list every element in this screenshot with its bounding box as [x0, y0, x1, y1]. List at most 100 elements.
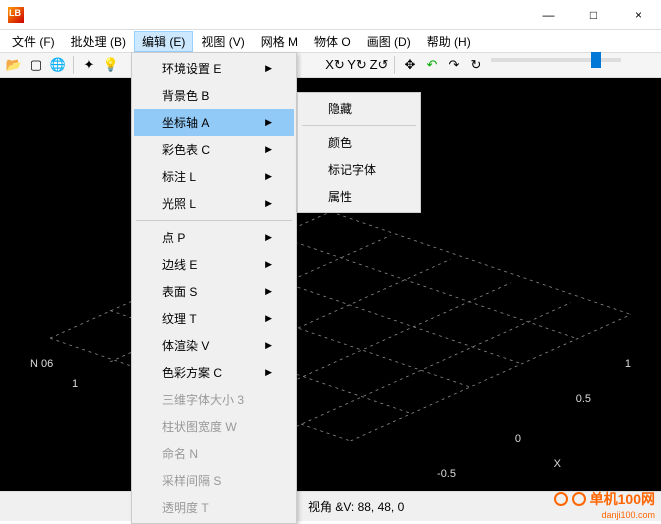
- label: 三维字体大小 3: [162, 391, 244, 408]
- menu-barwidth[interactable]: 柱状图宽度 W: [134, 413, 294, 440]
- label: 点 P: [162, 229, 185, 246]
- window-buttons: — □ ×: [526, 0, 661, 29]
- edit-dropdown: 环境设置 E▶ 背景色 B 坐标轴 A▶ 彩色表 C▶ 标注 L▶ 光照 L▶ …: [131, 52, 297, 524]
- slider-thumb[interactable]: [591, 52, 601, 68]
- menu-light[interactable]: 光照 L ▶: [134, 190, 294, 217]
- label: 光照 L: [162, 195, 196, 212]
- minimize-button[interactable]: —: [526, 0, 571, 29]
- menu-sampling[interactable]: 采样间隔 S: [134, 467, 294, 494]
- menu-view[interactable]: 视图 (V): [193, 31, 252, 52]
- menu-colormap[interactable]: 彩色表 C ▶: [134, 136, 294, 163]
- label: 环境设置 E: [162, 60, 221, 77]
- bulb-icon[interactable]: 💡: [101, 55, 121, 75]
- label: 体渲染 V: [162, 337, 209, 354]
- maximize-button[interactable]: □: [571, 0, 616, 29]
- label: 标注 L: [162, 168, 196, 185]
- label: 隐藏: [328, 100, 352, 117]
- label: 背景色 B: [162, 87, 209, 104]
- redo-icon[interactable]: ↷: [444, 55, 464, 75]
- rotate-x-icon[interactable]: X↻: [325, 55, 345, 75]
- rotate-z-icon[interactable]: Z↺: [369, 55, 389, 75]
- menu-3dfontsize[interactable]: 三维字体大小 3: [134, 386, 294, 413]
- label: 采样间隔 S: [162, 472, 221, 489]
- label: 属性: [328, 188, 352, 205]
- label: 色彩方案 C: [162, 364, 222, 381]
- slider-track[interactable]: [491, 58, 621, 62]
- chevron-right-icon: ▶: [265, 63, 272, 74]
- axis-submenu: 隐藏 颜色 标记字体 属性: [297, 92, 421, 213]
- chevron-right-icon: ▶: [265, 144, 272, 155]
- watermark-url: danji100.com: [601, 510, 655, 520]
- spark-icon[interactable]: ✦: [79, 55, 99, 75]
- watermark-icon: [572, 492, 586, 506]
- chevron-right-icon: ▶: [265, 340, 272, 351]
- menu-rename[interactable]: 命名 N: [134, 440, 294, 467]
- menu-env-settings[interactable]: 环境设置 E ▶: [134, 55, 294, 82]
- label: 柱状图宽度 W: [162, 418, 237, 435]
- status-bar: 视角 &V: 88, 48, 0 单机100网 danji100.com: [0, 491, 661, 521]
- x-tick-0: 0: [515, 433, 521, 445]
- menu-point[interactable]: 点 P ▶: [134, 224, 294, 251]
- view-angle-status: 视角 &V: 88, 48, 0: [308, 498, 404, 515]
- label: 透明度 T: [162, 499, 209, 516]
- submenu-labelfont[interactable]: 标记字体: [300, 156, 418, 183]
- label: 彩色表 C: [162, 141, 210, 158]
- menu-edge[interactable]: 边线 E▶: [134, 251, 294, 278]
- app-icon: LB: [8, 7, 24, 23]
- label: 标记字体: [328, 161, 376, 178]
- label: 边线 E: [162, 256, 197, 273]
- menu-surface[interactable]: 表面 S ▶: [134, 278, 294, 305]
- chevron-right-icon: ▶: [265, 286, 272, 297]
- label: 命名 N: [162, 445, 198, 462]
- menu-help[interactable]: 帮助 (H): [419, 31, 479, 52]
- menu-transparency[interactable]: 透明度 T: [134, 494, 294, 521]
- rotate-y-icon[interactable]: Y↻: [347, 55, 367, 75]
- menu-bgcolor[interactable]: 背景色 B: [134, 82, 294, 109]
- x-tick-1: 1: [625, 358, 631, 370]
- menu-axis[interactable]: 坐标轴 A▶: [134, 109, 294, 136]
- menu-batch[interactable]: 批处理 (B): [63, 31, 134, 52]
- x-tick--0.5: -0.5: [437, 468, 456, 480]
- submenu-hide[interactable]: 隐藏: [300, 95, 418, 122]
- menu-edit[interactable]: 编辑 (E): [134, 31, 193, 52]
- chevron-right-icon: ▶: [265, 171, 272, 182]
- separator: [136, 220, 292, 221]
- menu-annotation[interactable]: 标注 L ▶: [134, 163, 294, 190]
- watermark-icon: [554, 492, 568, 506]
- label: 颜色: [328, 134, 352, 151]
- new-icon[interactable]: ▢: [26, 55, 46, 75]
- chevron-right-icon: ▶: [265, 232, 272, 243]
- close-button[interactable]: ×: [616, 0, 661, 29]
- separator: [302, 125, 416, 126]
- chevron-right-icon: ▶: [265, 198, 272, 209]
- separator: [73, 56, 74, 74]
- toolbar: 📂 ▢ 🌐 ✦ 💡 X↻ Y↻ Z↺ ✥ ↶ ↷ ↻: [0, 52, 661, 78]
- z-axis-label: N 06: [30, 358, 53, 370]
- watermark: 单机100网: [554, 489, 655, 509]
- refresh-icon[interactable]: ↻: [466, 55, 486, 75]
- title-bar: LB — □ ×: [0, 0, 661, 30]
- menu-mesh[interactable]: 网格 M: [253, 31, 306, 52]
- globe-icon[interactable]: 🌐: [48, 55, 68, 75]
- separator: [394, 56, 395, 74]
- submenu-color[interactable]: 颜色: [300, 129, 418, 156]
- label: 纹理 T: [162, 310, 197, 327]
- menu-colorscheme[interactable]: 色彩方案 C ▶: [134, 359, 294, 386]
- menu-texture[interactable]: 纹理 T ▶: [134, 305, 294, 332]
- menu-plot[interactable]: 画图 (D): [359, 31, 419, 52]
- y-tick-1: 1: [72, 378, 78, 390]
- menu-object[interactable]: 物体 O: [306, 31, 359, 52]
- undo-icon[interactable]: ↶: [422, 55, 442, 75]
- chevron-right-icon: ▶: [265, 313, 272, 324]
- chevron-right-icon: ▶: [265, 367, 272, 378]
- open-icon[interactable]: 📂: [4, 55, 24, 75]
- move-icon[interactable]: ✥: [400, 55, 420, 75]
- chevron-right-icon: ▶: [265, 117, 272, 128]
- submenu-attributes[interactable]: 属性: [300, 183, 418, 210]
- menu-bar: 文件 (F) 批处理 (B) 编辑 (E) 视图 (V) 网格 M 物体 O 画…: [0, 30, 661, 52]
- watermark-text: 单机100网: [590, 489, 655, 509]
- label: 表面 S: [162, 283, 197, 300]
- menu-file[interactable]: 文件 (F): [4, 31, 63, 52]
- menu-volume[interactable]: 体渲染 V ▶: [134, 332, 294, 359]
- x-tick-0.5: 0.5: [576, 393, 591, 405]
